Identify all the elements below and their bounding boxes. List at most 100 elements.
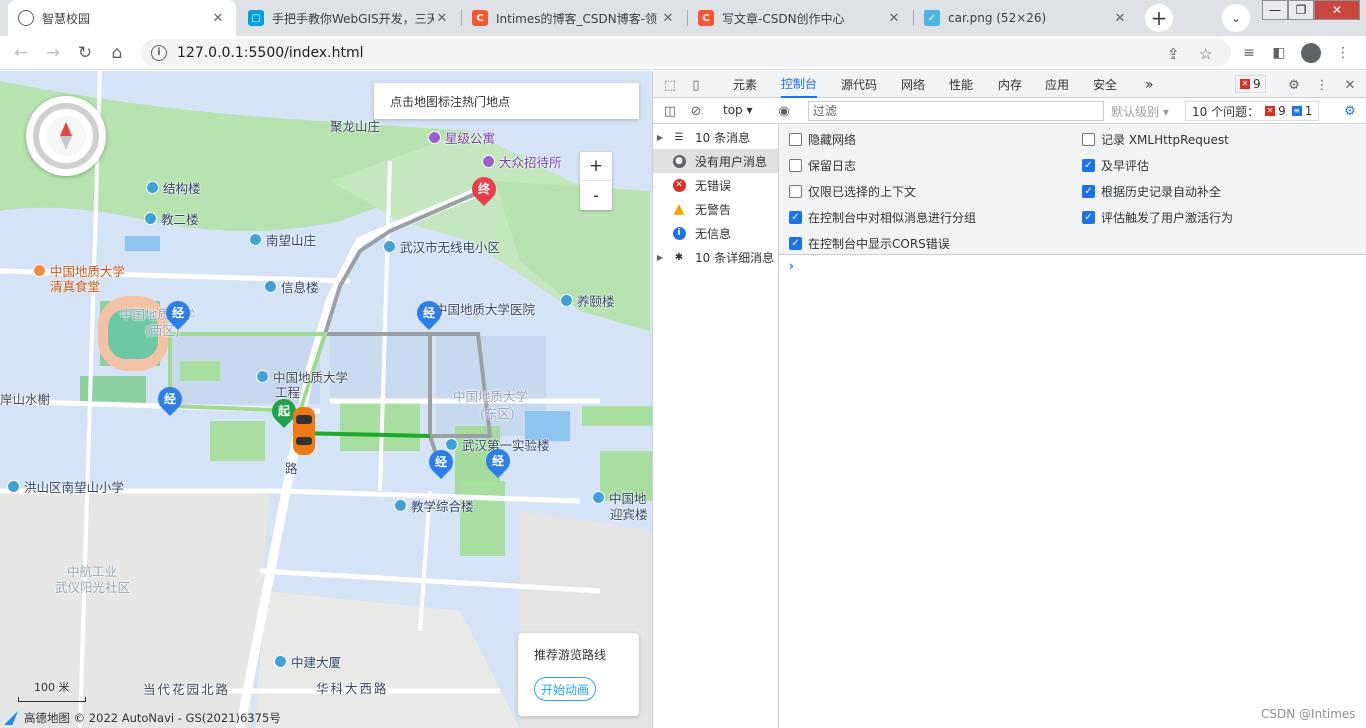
bookmark-star-icon[interactable]: ☆ [1199, 45, 1212, 63]
via-marker[interactable]: 经 [424, 445, 458, 480]
kebab-menu-icon[interactable]: ⋮ [1313, 76, 1331, 94]
profile-avatar[interactable] [1300, 42, 1322, 64]
poi-water-pavilion[interactable]: 岸山水榭 [0, 389, 50, 408]
tab-csdn-blog[interactable]: C Intimes的博客_CSDN博客-领 ✕ [462, 0, 686, 36]
close-icon[interactable]: ✕ [210, 11, 226, 26]
zoom-out-button[interactable]: - [580, 181, 612, 210]
issues-counter[interactable]: 10 个问题： ✕ 9 ≡ 1 [1185, 101, 1320, 121]
poi-julong-villa[interactable]: 聚龙山庄 [330, 116, 380, 135]
devtools-tab-console[interactable]: 控制台 [781, 71, 818, 98]
setting-log-xhr[interactable]: 记录 XMLHttpRequest [1082, 131, 1229, 148]
setting-eager-eval[interactable]: ✓ 及早评估 [1082, 157, 1149, 174]
devtools-tab-network[interactable]: 网络 [901, 71, 925, 98]
home-button[interactable]: ⌂ [104, 40, 130, 66]
poi-yangyi-building[interactable]: 养颐楼 [560, 291, 615, 310]
forward-button[interactable]: → [40, 40, 66, 66]
poi-cug-engineering[interactable]: 中国地质大学 [256, 367, 348, 386]
more-tabs-button[interactable]: » [1145, 71, 1154, 98]
checkbox[interactable] [789, 133, 802, 146]
devtools-tab-memory[interactable]: 内存 [998, 71, 1022, 98]
poi-structure-building[interactable]: 结构楼 [146, 178, 201, 197]
zoom-in-button[interactable]: + [580, 152, 612, 181]
close-icon[interactable]: ✕ [660, 11, 676, 26]
setting-group-similar[interactable]: ✓ 在控制台中对相似消息进行分组 [789, 209, 976, 226]
console-prompt[interactable]: › [789, 259, 794, 273]
filter-input[interactable]: 过滤 [808, 101, 1104, 121]
poi-teaching-complex[interactable]: 教学综合楼 [394, 496, 474, 515]
poi-nanwangshan-school[interactable]: 洪山区南望山小学 [7, 477, 124, 496]
checkbox[interactable]: ✓ [1082, 185, 1095, 198]
checkbox[interactable]: ✓ [789, 237, 802, 250]
context-selector[interactable]: top ▾ [723, 103, 753, 117]
new-tab-button[interactable]: + [1145, 4, 1173, 32]
start-animation-button[interactable]: 开始动画 [534, 677, 596, 701]
info-icon[interactable]: i [151, 45, 167, 61]
back-button[interactable]: ← [8, 40, 34, 66]
tab-bilibili[interactable]: ▢ 手把手教你WebGIS开发，三天 ✕ [238, 0, 460, 36]
via-marker[interactable]: 经 [412, 296, 446, 331]
chevron-down-icon[interactable]: ⌄ [1222, 4, 1250, 32]
checkbox[interactable]: ✓ [1082, 159, 1095, 172]
map-view[interactable]: 聚龙山庄 星级公寓 大众招待所 结构楼 教二楼 南望山庄 武汉市无线电小区 中国… [0, 71, 652, 728]
devtools-tab-sources[interactable]: 源代码 [841, 71, 877, 98]
share-icon[interactable]: ⇪ [1167, 45, 1180, 63]
side-panel-icon[interactable]: ◧ [1268, 42, 1290, 64]
minimize-button[interactable]: — [1262, 0, 1288, 20]
end-marker[interactable]: 终 [467, 172, 501, 207]
devtools-tab-elements[interactable]: 元素 [733, 71, 757, 98]
inspect-element-icon[interactable]: ⬚ [661, 76, 679, 94]
expand-arrow-icon[interactable]: ▶ [653, 253, 667, 262]
poi-radio-community[interactable]: 武汉市无线电小区 [383, 237, 500, 256]
close-icon[interactable]: ✕ [434, 11, 450, 26]
via-marker[interactable]: 经 [153, 382, 187, 417]
compass-control[interactable] [26, 96, 106, 176]
devtools-tab-performance[interactable]: 性能 [949, 71, 973, 98]
setting-hide-network[interactable]: 隐藏网络 [789, 131, 856, 148]
close-icon[interactable]: ✕ [886, 11, 902, 26]
sidebar-item-messages[interactable]: ▶ ☰ 10 条消息 [653, 125, 778, 149]
reading-list-icon[interactable]: ≡ [1238, 42, 1260, 64]
devtools-tab-application[interactable]: 应用 [1045, 71, 1069, 98]
poi-nanwang-villa[interactable]: 南望山庄 [249, 230, 316, 249]
sidebar-item-verbose[interactable]: ▶ ✱ 10 条详细消息 [653, 245, 778, 269]
setting-selected-context[interactable]: 仅限已选择的上下文 [789, 183, 916, 200]
close-icon[interactable]: ✕ [1112, 11, 1128, 26]
close-icon[interactable]: ✕ [1341, 76, 1359, 94]
checkbox[interactable]: ✓ [1082, 211, 1095, 224]
reload-button[interactable]: ↻ [72, 40, 98, 66]
expand-arrow-icon[interactable]: ▶ [653, 133, 667, 142]
sidebar-item-warnings[interactable]: ▲ 无警告 [653, 197, 778, 221]
poi-star-apartment[interactable]: 星级公寓 [428, 128, 495, 147]
tab-car-png[interactable]: ✓ car.png (52×26) ✕ [914, 0, 1138, 36]
poi-cscec-tower[interactable]: 中建大厦 [274, 652, 341, 671]
kebab-menu-icon[interactable]: ⋮ [1332, 42, 1354, 64]
device-toolbar-icon[interactable]: ▯ [687, 76, 705, 94]
maximize-button[interactable]: ❐ [1288, 0, 1314, 20]
sidebar-toggle-icon[interactable]: ◫ [661, 102, 679, 120]
gear-icon[interactable]: ⚙ [1285, 76, 1303, 94]
log-levels-dropdown[interactable]: 默认级别 ▾ [1111, 103, 1169, 120]
checkbox[interactable] [1082, 133, 1095, 146]
checkbox[interactable] [789, 159, 802, 172]
clear-console-icon[interactable]: ⊘ [687, 102, 705, 120]
via-marker[interactable]: 经 [481, 444, 515, 479]
eye-icon[interactable]: ◉ [775, 102, 793, 120]
error-count-badge[interactable]: ✕ 9 [1235, 75, 1266, 93]
devtools-tab-security[interactable]: 安全 [1093, 71, 1117, 98]
setting-autocomplete-history[interactable]: ✓ 根据历史记录自动补全 [1082, 183, 1221, 200]
setting-user-activation[interactable]: ✓ 评估触发了用户激活行为 [1082, 209, 1233, 226]
gear-icon[interactable]: ⚙ [1341, 102, 1359, 120]
url-text[interactable]: 127.0.0.1:5500/index.html [177, 45, 364, 61]
window-close-button[interactable]: ✕ [1314, 0, 1360, 20]
via-marker[interactable]: 经 [161, 296, 195, 331]
checkbox[interactable] [789, 185, 802, 198]
sidebar-item-errors[interactable]: ✕ 无错误 [653, 173, 778, 197]
tab-csdn-write[interactable]: C 写文章-CSDN创作中心 ✕ [688, 0, 912, 36]
poi-guesthouse[interactable]: 大众招待所 [482, 152, 562, 171]
setting-preserve-log[interactable]: 保留日志 [789, 157, 856, 174]
poi-teaching-building-2[interactable]: 教二楼 [144, 209, 199, 228]
address-bar[interactable]: i 127.0.0.1:5500/index.html [141, 39, 1231, 67]
checkbox[interactable]: ✓ [789, 211, 802, 224]
poi-info-building[interactable]: 信息楼 [264, 277, 319, 296]
tab-smart-campus[interactable]: 智慧校园 ✕ [8, 0, 236, 36]
